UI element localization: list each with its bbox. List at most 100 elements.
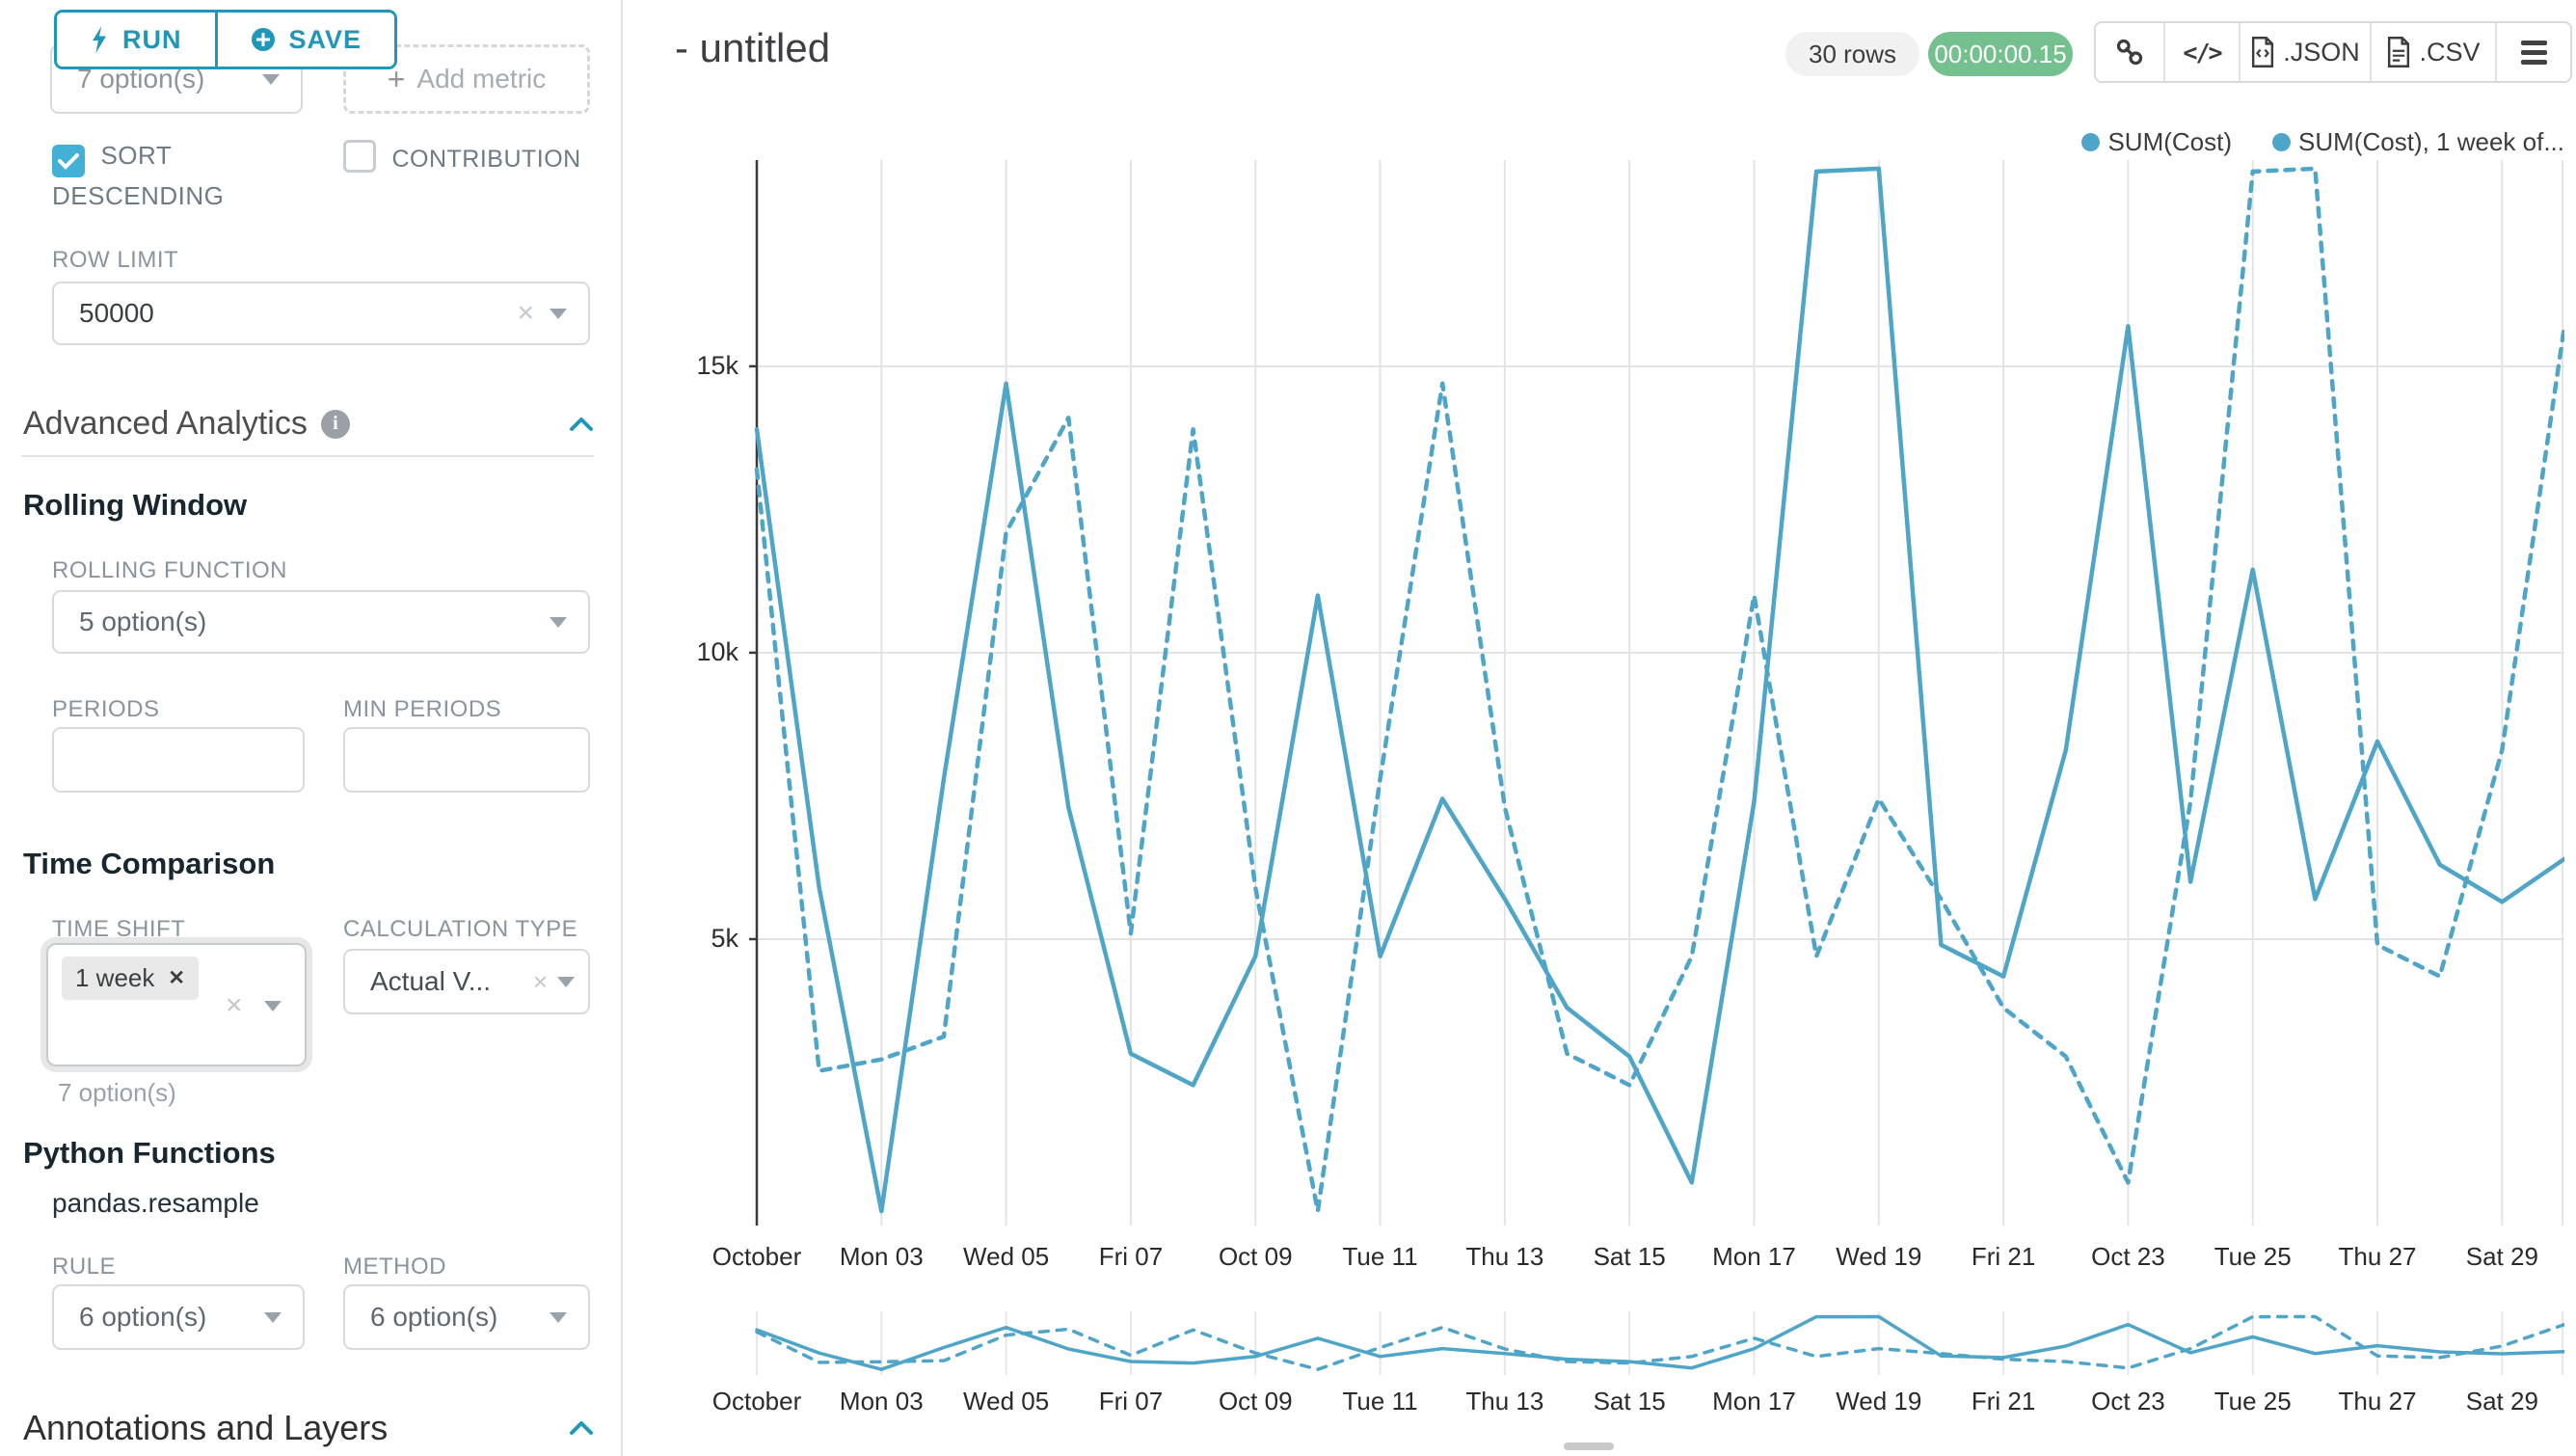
time-shift-helper: 7 option(s) [58, 1078, 176, 1108]
x-axis-label: Thu 13 [1465, 1242, 1543, 1272]
sort-descending-checkbox[interactable] [52, 145, 85, 177]
file-lines-icon [2386, 37, 2411, 67]
sort-descending-control: SORT DESCENDING [52, 137, 293, 214]
add-metric-label: Add metric [416, 64, 546, 94]
y-axis-label: 10k [671, 637, 738, 667]
x-axis-label: Sat 29 [2466, 1242, 2538, 1272]
check-icon [58, 152, 79, 170]
legend-label: SUM(Cost) [2107, 127, 2232, 157]
x-axis-label: Tue 11 [1343, 1242, 1418, 1272]
min-periods-input[interactable] [343, 727, 590, 793]
row-limit-select[interactable]: 50000 × [52, 282, 590, 345]
chevron-up-icon[interactable] [569, 416, 594, 433]
x-axis-label: Thu 27 [2339, 1387, 2417, 1416]
rule-label: RULE [52, 1254, 116, 1281]
rolling-function-label: ROLLING FUNCTION [52, 557, 287, 584]
legend-dot [2272, 133, 2291, 151]
hamburger-icon [2521, 40, 2547, 65]
method-value: 6 option(s) [370, 1302, 497, 1333]
save-label: SAVE [289, 25, 362, 55]
export-csv-label: .CSV [2419, 38, 2480, 67]
x-axis-label: Mon 03 [840, 1387, 924, 1416]
row-count-badge: 30 rows [1785, 32, 1919, 76]
run-save-button-group: RUN SAVE [54, 10, 397, 69]
legend-item-sum-cost-offset[interactable]: SUM(Cost), 1 week of... [2272, 127, 2564, 157]
clear-icon[interactable]: × [226, 991, 243, 1020]
x-axis-label: Sat 29 [2466, 1387, 2538, 1416]
x-axis-label: Mon 03 [840, 1242, 924, 1272]
time-comparison-title: Time Comparison [23, 847, 275, 881]
x-axis-label: Oct 23 [2091, 1387, 2165, 1416]
run-button[interactable]: RUN [57, 13, 215, 67]
advanced-analytics-header[interactable]: Advanced Analytics i [23, 405, 594, 443]
run-label: RUN [122, 25, 182, 55]
view-query-button[interactable]: </> [2163, 23, 2239, 81]
x-axis-label: Mon 17 [1712, 1242, 1796, 1272]
x-axis-label: Oct 09 [1219, 1387, 1293, 1416]
chevron-down-icon [550, 309, 567, 319]
x-axis-label: Thu 27 [2339, 1242, 2417, 1272]
calculation-type-value: Actual V... [370, 966, 491, 997]
chart-title[interactable]: - untitled [675, 25, 830, 71]
python-functions-title: Python Functions [23, 1136, 276, 1171]
save-button[interactable]: SAVE [215, 13, 395, 67]
min-periods-label: MIN PERIODS [343, 696, 501, 723]
periods-label: PERIODS [52, 696, 160, 723]
time-shift-tag-label: 1 week [75, 963, 154, 993]
x-axis-label: Sat 15 [1594, 1387, 1666, 1416]
time-shift-multiselect[interactable]: 1 week ✕ × [46, 943, 307, 1066]
calculation-type-select[interactable]: Actual V... × [343, 949, 590, 1014]
main-chart-svg[interactable] [749, 160, 2564, 1226]
periods-input[interactable] [52, 727, 305, 793]
rule-select[interactable]: 6 option(s) [52, 1284, 305, 1350]
x-axis-label: Wed 05 [963, 1242, 1049, 1272]
link-icon [2115, 38, 2144, 67]
export-json-label: .JSON [2283, 38, 2360, 67]
rolling-function-select[interactable]: 5 option(s) [52, 590, 590, 654]
lightning-icon [90, 26, 109, 53]
chevron-down-icon [264, 1312, 282, 1323]
x-axis-label: Wed 05 [963, 1387, 1049, 1416]
annotations-header[interactable]: Annotations and Layers [23, 1408, 594, 1448]
x-axis-label: Sat 15 [1594, 1242, 1666, 1272]
chart-legend: SUM(Cost) SUM(Cost), 1 week of... [2081, 127, 2564, 157]
y-axis-label: 5k [671, 924, 738, 954]
chevron-down-icon [550, 1312, 567, 1323]
control-panel-sidebar: 7 option(s) + Add metric RUN SAVE SORT D… [0, 0, 623, 1456]
export-toolbar: </> .JSON .CSV [2094, 21, 2572, 83]
export-csv-button[interactable]: .CSV [2370, 23, 2495, 81]
clear-icon[interactable]: × [533, 969, 548, 994]
contribution-control: CONTRIBUTION [343, 140, 604, 177]
divider [21, 455, 594, 457]
x-axis-label: Wed 19 [1836, 1387, 1921, 1416]
method-select[interactable]: 6 option(s) [343, 1284, 590, 1350]
x-axis-label: October [712, 1242, 802, 1272]
contribution-checkbox[interactable] [343, 140, 376, 173]
remove-tag-icon[interactable]: ✕ [168, 966, 185, 990]
share-link-button[interactable] [2096, 23, 2163, 81]
horizontal-scrollbar-thumb[interactable] [1564, 1443, 1614, 1450]
rule-value: 6 option(s) [79, 1302, 206, 1333]
x-axis-label: Fri 21 [1972, 1387, 2035, 1416]
legend-label: SUM(Cost), 1 week of... [2298, 127, 2564, 157]
clear-icon[interactable]: × [517, 299, 534, 328]
pandas-resample-label: pandas.resample [52, 1188, 259, 1219]
calculation-type-label: CALCULATION TYPE [343, 916, 577, 943]
legend-item-sum-cost[interactable]: SUM(Cost) [2081, 127, 2232, 157]
x-axis-label: Mon 17 [1712, 1387, 1796, 1416]
row-limit-value: 50000 [79, 298, 154, 329]
file-code-icon [2250, 37, 2275, 67]
contribution-label: CONTRIBUTION [391, 146, 580, 173]
mini-chart-svg[interactable] [749, 1311, 2564, 1375]
series-line-dashed [757, 169, 2564, 1211]
x-axis-label: Wed 19 [1836, 1242, 1921, 1272]
x-axis-label: Fri 21 [1972, 1242, 2035, 1272]
chart-menu-button[interactable] [2495, 23, 2570, 81]
export-json-button[interactable]: .JSON [2239, 23, 2370, 81]
advanced-analytics-title: Advanced Analytics [23, 405, 308, 443]
chevron-down-icon [557, 977, 575, 987]
x-axis-label: Tue 25 [2214, 1242, 2292, 1272]
chevron-up-icon[interactable] [569, 1419, 594, 1437]
chevron-down-icon[interactable] [264, 1001, 282, 1011]
chevron-down-icon [262, 74, 280, 85]
